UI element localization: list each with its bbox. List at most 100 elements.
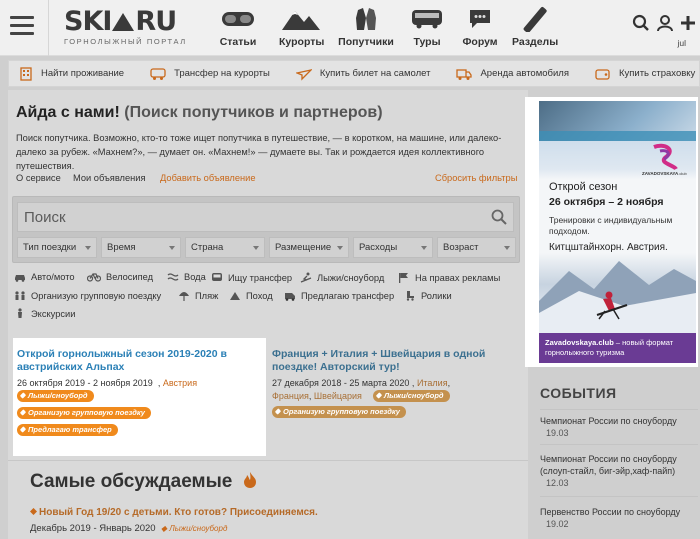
user-icon[interactable] bbox=[656, 14, 674, 37]
trip-card-title[interactable]: Открой горнолыжный сезон 2019-2020 в авс… bbox=[17, 348, 257, 374]
nav-tours[interactable]: Туры bbox=[410, 6, 444, 52]
service-car-rental[interactable]: Аренда автомобиля bbox=[456, 67, 569, 81]
nav-sections-label: Разделы bbox=[512, 36, 559, 48]
cat-advertising[interactable]: На правах рекламы bbox=[398, 272, 500, 283]
cat-bicycle-label: Велосипед bbox=[106, 272, 154, 282]
trip-card[interactable]: Открой горнолыжный сезон 2019-2020 в авс… bbox=[13, 338, 266, 456]
cat-auto[interactable]: Авто/мото bbox=[14, 272, 75, 282]
tag-badge[interactable]: Организую групповую поездку bbox=[17, 407, 151, 419]
category-filters: Авто/мото Велосипед Вода Ищу трансфер Лы… bbox=[14, 272, 522, 332]
cat-group-trip[interactable]: Организую групповую поездку bbox=[14, 290, 161, 301]
plus-icon[interactable] bbox=[680, 15, 696, 36]
cat-skiing[interactable]: Лыжи/сноуборд bbox=[300, 272, 384, 283]
chevron-down-icon bbox=[169, 246, 175, 250]
site-logo[interactable]: SKI RU ГОРНОЛЫЖНЫЙ ПОРТАЛ bbox=[64, 8, 187, 47]
menu-icon[interactable] bbox=[10, 16, 34, 36]
select-trip-type[interactable]: Тип поездки bbox=[17, 237, 97, 258]
truck-icon bbox=[456, 68, 473, 80]
select-age-label: Возраст bbox=[443, 242, 479, 253]
cat-need-transfer[interactable]: Ищу трансфер bbox=[211, 272, 292, 283]
nav-companions-label: Попутчики bbox=[338, 36, 394, 48]
trip-card-location[interactable]: Швейцария bbox=[314, 391, 362, 401]
tag-badge[interactable]: Предлагаю трансфер bbox=[17, 424, 118, 436]
cat-beach-label: Пляж bbox=[195, 290, 219, 301]
chevron-down-icon bbox=[253, 246, 259, 250]
ad-dates: 26 октября – 2 ноября bbox=[549, 196, 664, 208]
service-plane-label: Купить билет на самолет bbox=[319, 68, 431, 79]
cat-advertising-label: На правах рекламы bbox=[415, 272, 501, 283]
cat-rollers-label: Ролики bbox=[421, 290, 452, 301]
trip-card-title[interactable]: Франция + Италия + Швейцария в одной пое… bbox=[272, 348, 512, 374]
service-transfer[interactable]: Трансфер на курорты bbox=[150, 67, 270, 81]
goggles-icon bbox=[218, 6, 258, 32]
ad-footer-brand: Zavadovskaya.club bbox=[545, 338, 614, 347]
trip-card-location[interactable]: Австрия bbox=[163, 378, 197, 388]
search-input[interactable] bbox=[17, 202, 514, 232]
cat-water-label: Вода bbox=[184, 272, 206, 282]
main-content: Айда с нами! (Поиск попутчиков и партнер… bbox=[8, 90, 528, 539]
nav-companions[interactable]: Попутчики bbox=[338, 6, 394, 52]
cat-excursions[interactable]: Экскурсии bbox=[14, 308, 75, 319]
nav-forum-label: Форум bbox=[462, 36, 498, 48]
zavadovskaya-logo: ZAVADOVSKAYA.club bbox=[642, 143, 687, 177]
cat-beach[interactable]: Пляж bbox=[178, 290, 218, 301]
umbrella-icon bbox=[179, 292, 189, 301]
service-accommodation[interactable]: Найти проживание bbox=[19, 66, 124, 81]
bus-icon bbox=[410, 6, 444, 32]
gloves-icon bbox=[338, 6, 394, 32]
ad-banner[interactable]: ZAVADOVSKAYA.club Открой сезон 26 октябр… bbox=[525, 97, 698, 367]
search-icon[interactable] bbox=[632, 14, 650, 37]
cat-offer-transfer[interactable]: Предлагаю трансфер bbox=[284, 290, 394, 301]
services-bar: Найти проживание Трансфер на курорты Куп… bbox=[8, 60, 700, 87]
cat-water[interactable]: Вода bbox=[167, 272, 206, 282]
ad-image: ZAVADOVSKAYA.club Открой сезон 26 октябр… bbox=[539, 101, 696, 363]
trip-card-date-range: 27 декабря 2018 - 25 марта 2020 bbox=[272, 378, 410, 388]
site-header: SKI RU ГОРНОЛЫЖНЫЙ ПОРТАЛ Статьи Курорты … bbox=[0, 0, 700, 56]
nav-sections[interactable]: Разделы bbox=[512, 6, 559, 52]
discussion-tag[interactable]: ◆ Лыжи/сноуборд bbox=[161, 524, 228, 533]
nav-articles-label: Статьи bbox=[219, 36, 257, 48]
select-expenses[interactable]: Расходы bbox=[353, 237, 433, 258]
select-country[interactable]: Страна bbox=[185, 237, 265, 258]
reset-filters-link[interactable]: Сбросить фильтры bbox=[435, 173, 517, 183]
search-icon[interactable] bbox=[491, 209, 507, 230]
select-time[interactable]: Время bbox=[101, 237, 181, 258]
event-item[interactable]: Чемпионат России по сноуборду 19.03 bbox=[540, 415, 698, 439]
discussion-link-text: Новый Год 19/20 с детьми. Кто готов? При… bbox=[39, 507, 318, 518]
service-plane[interactable]: Купить билет на самолет bbox=[295, 67, 431, 81]
cat-rollers[interactable]: Ролики bbox=[404, 290, 452, 301]
nav-resorts[interactable]: Курорты bbox=[279, 6, 324, 52]
discussion-link[interactable]: Новый Год 19/20 с детьми. Кто готов? При… bbox=[29, 507, 318, 518]
tag-badge[interactable]: Организую групповую поездку bbox=[272, 406, 406, 418]
tab-my-ads[interactable]: Мои объявления bbox=[73, 173, 146, 183]
tag-badge[interactable]: Лыжи/сноуборд bbox=[373, 390, 450, 402]
cat-auto-label: Авто/мото bbox=[31, 272, 75, 282]
tag-badge[interactable]: Лыжи/сноуборд bbox=[17, 390, 94, 402]
divider bbox=[540, 496, 698, 497]
trip-card-location[interactable]: Италия bbox=[417, 378, 448, 388]
service-insurance[interactable]: Купить страховку bbox=[595, 67, 695, 81]
select-time-label: Время bbox=[107, 242, 136, 253]
nav-forum[interactable]: Форум bbox=[462, 6, 498, 52]
tab-about[interactable]: О сервисе bbox=[16, 173, 61, 183]
most-discussed-section: Самые обсуждаемые Новый Год 19/20 с деть… bbox=[8, 460, 528, 539]
select-age[interactable]: Возраст bbox=[437, 237, 516, 258]
divider bbox=[540, 444, 698, 445]
event-item[interactable]: Первенство России по сноуборду 19.02 bbox=[540, 506, 698, 530]
select-accommodation[interactable]: Размещение bbox=[269, 237, 349, 258]
user-name[interactable]: jul bbox=[677, 38, 686, 48]
chat-icon bbox=[462, 6, 498, 32]
tent-icon bbox=[230, 292, 240, 300]
cat-hike[interactable]: Поход bbox=[229, 290, 273, 301]
section-title-text: Самые обсуждаемые bbox=[30, 471, 233, 492]
nav-tours-label: Туры bbox=[413, 36, 441, 48]
event-date: 12.03 bbox=[546, 478, 569, 488]
add-ad-link[interactable]: Добавить объявление bbox=[160, 173, 256, 183]
bicycle-icon bbox=[87, 273, 101, 282]
event-item[interactable]: Чемпионат России по сноуборду (слоуп-ста… bbox=[540, 453, 698, 489]
trip-card-location[interactable]: Франция bbox=[272, 391, 309, 401]
cat-bicycle[interactable]: Велосипед bbox=[87, 272, 153, 282]
van-icon bbox=[285, 293, 295, 301]
nav-articles[interactable]: Статьи bbox=[218, 6, 258, 52]
person-icon bbox=[18, 308, 22, 318]
